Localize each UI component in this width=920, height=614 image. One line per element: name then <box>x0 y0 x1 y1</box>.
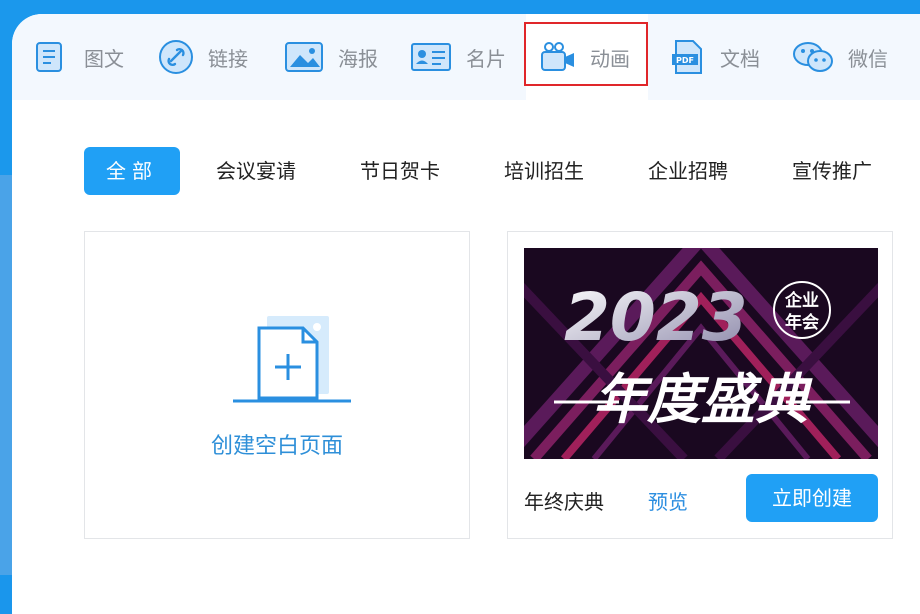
tab-link[interactable]: 链接 <box>158 14 248 100</box>
category-promotion[interactable]: 宣传推广 <box>792 147 872 195</box>
tab-label: 微信 <box>848 46 888 71</box>
tab-label: 链接 <box>208 46 248 71</box>
category-meeting[interactable]: 会议宴请 <box>216 147 296 195</box>
create-blank-page-label: 创建空白页面 <box>210 434 343 459</box>
main-panel: 图文 链接 海报 名片 动画 PDF 文档 微信 全部 会议宴请 节日贺卡 培训… <box>12 14 920 614</box>
category-holiday[interactable]: 节日贺卡 <box>360 147 440 195</box>
template-create-button[interactable]: 立即创建 <box>746 474 878 522</box>
tab-poster[interactable]: 海报 <box>284 14 378 100</box>
category-recruitment[interactable]: 企业招聘 <box>648 147 728 195</box>
document-icon <box>36 42 62 72</box>
tab-article[interactable]: 图文 <box>34 14 124 100</box>
create-blank-page-card[interactable]: 创建空白页面 <box>84 231 470 539</box>
poster-image: 2023 企业 年会 年度盛典 <box>524 248 878 459</box>
image-icon <box>285 42 323 72</box>
poster-badge-top: 企业 <box>784 290 819 311</box>
tab-wechat[interactable]: 微信 <box>792 14 888 100</box>
wechat-icon <box>793 42 833 72</box>
template-preview-link[interactable]: 预览 <box>648 486 688 515</box>
category-training[interactable]: 培训招生 <box>504 147 584 195</box>
template-thumbnail[interactable]: 2023 企业 年会 年度盛典 <box>524 248 878 459</box>
tab-label: 文档 <box>720 46 760 71</box>
link-icon <box>159 40 193 74</box>
pdf-icon: PDF <box>672 40 702 74</box>
tab-label: 名片 <box>466 46 506 71</box>
poster-year: 2023 <box>564 279 748 356</box>
poster-title: 年度盛典 <box>593 368 813 431</box>
type-tabs-bar: 图文 链接 海报 名片 动画 PDF 文档 微信 <box>12 14 920 100</box>
tab-card[interactable]: 名片 <box>410 14 506 100</box>
category-all[interactable]: 全部 <box>84 147 180 195</box>
blank-page-icon <box>233 316 351 403</box>
template-card: 2023 企业 年会 年度盛典 年终庆典 预览 立即创建 <box>507 231 893 539</box>
tab-label: 海报 <box>338 46 378 71</box>
template-name: 年终庆典 <box>524 490 604 514</box>
tab-label: 图文 <box>84 46 124 71</box>
poster-badge-bottom: 年会 <box>785 312 819 333</box>
card-icon <box>411 43 451 71</box>
tab-document[interactable]: PDF 文档 <box>670 14 760 100</box>
svg-text:PDF: PDF <box>676 56 694 65</box>
selection-highlight <box>524 22 648 86</box>
